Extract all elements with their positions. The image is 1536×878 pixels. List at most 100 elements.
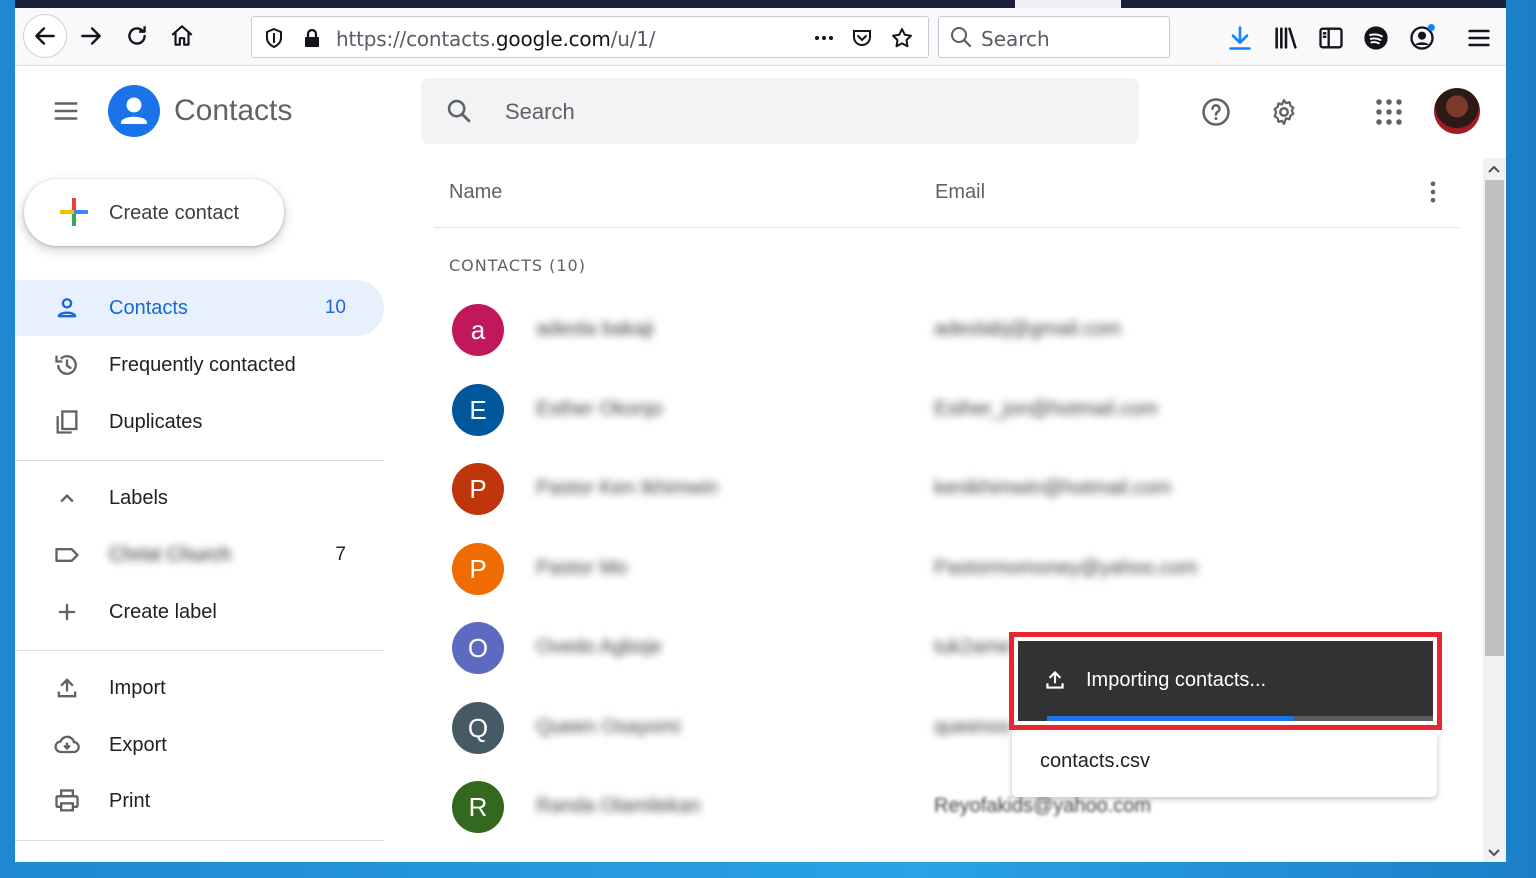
home-icon: [171, 25, 193, 46]
browser-search-box[interactable]: Search: [938, 16, 1170, 58]
contact-name: Pastor Mo: [536, 557, 628, 579]
import-file-name: contacts.csv: [1040, 750, 1151, 772]
import-status-text: Importing contacts...: [1086, 669, 1267, 691]
contact-name: adeola bakaji: [536, 318, 654, 340]
sidebar-toggle-icon[interactable]: [1317, 24, 1345, 52]
column-header-email[interactable]: Email: [935, 181, 985, 204]
sidebar-divider: [15, 460, 384, 461]
arrow-right-icon: [81, 27, 101, 45]
label-tag-icon: [55, 548, 79, 562]
contacts-section-label: CONTACTS (10): [449, 256, 586, 275]
table-row[interactable]: a adeola bakaji adeolabj@gmail.com: [434, 290, 1459, 370]
account-avatar[interactable]: [1434, 88, 1480, 134]
contact-email: Pastormomoney@yahoo.com: [934, 557, 1198, 579]
url-bar[interactable]: https://contacts.google.com/u/1/: [251, 16, 929, 58]
contact-name: Pastor Ken Ikhimwin: [536, 477, 719, 499]
sidebar-item-label: Duplicates: [109, 411, 203, 433]
account-icon[interactable]: [1408, 24, 1436, 52]
upload-icon: [1046, 670, 1064, 689]
settings-gear-icon[interactable]: [1269, 97, 1299, 127]
contact-avatar: O: [452, 622, 504, 674]
scroll-down-arrow-icon[interactable]: [1487, 846, 1501, 860]
contact-email: Esther_jon@hotmail.com: [934, 398, 1158, 420]
sidebar-item-label: Print: [109, 790, 151, 812]
help-icon[interactable]: [1201, 97, 1231, 127]
sidebar-item-label-group[interactable]: Christ Church 7: [15, 527, 384, 583]
reload-icon: [128, 26, 146, 45]
star-icon[interactable]: [890, 26, 914, 50]
shield-icon[interactable]: [262, 26, 286, 50]
search-icon: [447, 99, 471, 123]
person-outline-icon: [57, 298, 77, 318]
contact-avatar: E: [452, 384, 504, 436]
sidebar-item-label: Frequently contacted: [109, 354, 296, 376]
import-snackbar: Importing contacts...: [1018, 641, 1433, 721]
sidebar-item-label: Export: [109, 734, 167, 756]
plus-icon: [60, 198, 88, 226]
sidebar-item-print[interactable]: Print: [15, 773, 384, 829]
contacts-logo: [108, 85, 160, 137]
apps-grid-icon[interactable]: [1374, 97, 1404, 127]
contact-avatar: P: [452, 543, 504, 595]
contacts-count: 10: [324, 297, 346, 318]
sidebar-item-label: Contacts: [109, 297, 188, 319]
sidebar-divider: [15, 650, 384, 651]
table-row[interactable]: P Pastor Mo Pastormomoney@yahoo.com: [434, 529, 1459, 609]
main-menu-icon[interactable]: [51, 96, 81, 126]
create-contact-button[interactable]: Create contact: [24, 179, 284, 246]
back-button[interactable]: [23, 14, 67, 58]
download-icon[interactable]: [1226, 24, 1254, 52]
header-divider: [434, 227, 1459, 228]
copy-icon: [56, 410, 78, 434]
lock-icon[interactable]: [300, 26, 324, 50]
contact-email: Reyofakids@yahoo.com: [934, 795, 1152, 817]
contact-avatar: a: [452, 304, 504, 356]
sidebar-item-label: Christ Church: [109, 544, 232, 566]
sidebar-item-export[interactable]: Export: [15, 717, 384, 773]
sidebar-item-import[interactable]: Import: [15, 660, 384, 716]
search-icon: [951, 27, 972, 48]
forward-button[interactable]: [73, 18, 109, 54]
contact-name: Queen Osayomi: [536, 716, 681, 738]
contact-email: adeolabj@gmail.com: [934, 318, 1122, 340]
browser-toolbar: https://contacts.google.com/u/1/ Search: [15, 8, 1506, 66]
browser-window: https://contacts.google.com/u/1/ Search …: [15, 0, 1506, 862]
person-icon: [121, 97, 147, 124]
more-vert-icon[interactable]: [1419, 178, 1447, 206]
home-button[interactable]: [164, 18, 200, 54]
import-progress-fill: [1047, 716, 1295, 721]
contact-name: Esther Okonjo: [536, 398, 663, 420]
app-title: Contacts: [174, 94, 293, 127]
scrollbar-thumb[interactable]: [1485, 180, 1504, 656]
reload-button[interactable]: [119, 18, 155, 54]
sidebar-item-frequently-contacted[interactable]: Frequently contacted: [15, 337, 384, 393]
create-contact-label: Create contact: [109, 202, 240, 224]
table-row[interactable]: P Pastor Ken Ikhimwin kenikhimwin@hotmail.…: [434, 449, 1459, 529]
contact-avatar: Q: [452, 702, 504, 754]
contacts-search-box[interactable]: Search: [421, 78, 1139, 144]
library-icon[interactable]: [1272, 24, 1300, 52]
sidebar-item-create-label[interactable]: Create label: [15, 584, 384, 640]
more-dots-icon[interactable]: [812, 26, 836, 50]
menu-icon[interactable]: [1465, 24, 1493, 52]
active-tab[interactable]: [1015, 0, 1121, 8]
import-file-card: contacts.csv: [1012, 733, 1437, 797]
sidebar-item-label: Labels: [109, 487, 168, 509]
column-header-name[interactable]: Name: [449, 181, 502, 204]
label-count: 7: [335, 544, 346, 565]
contact-name: Ovedo Agboje: [536, 636, 662, 658]
pocket-icon[interactable]: [850, 26, 874, 50]
spotify-icon[interactable]: [1362, 24, 1390, 52]
scroll-up-arrow-icon[interactable]: [1487, 162, 1501, 176]
sidebar-item-contacts[interactable]: Contacts 10: [15, 280, 384, 336]
sidebar-divider: [15, 840, 384, 841]
contact-email: queenos: [934, 716, 1011, 738]
url-text[interactable]: https://contacts.google.com/u/1/: [336, 27, 656, 51]
sidebar-item-labels[interactable]: Labels: [15, 470, 384, 526]
sidebar-item-duplicates[interactable]: Duplicates: [15, 394, 384, 450]
tab-strip[interactable]: [15, 0, 1506, 8]
table-row[interactable]: E Esther Okonjo Esther_jon@hotmail.com: [434, 370, 1459, 450]
import-progress-track: [1047, 716, 1433, 721]
contact-email: kenikhimwin@hotmail.com: [934, 477, 1172, 499]
upload-icon: [57, 678, 77, 698]
